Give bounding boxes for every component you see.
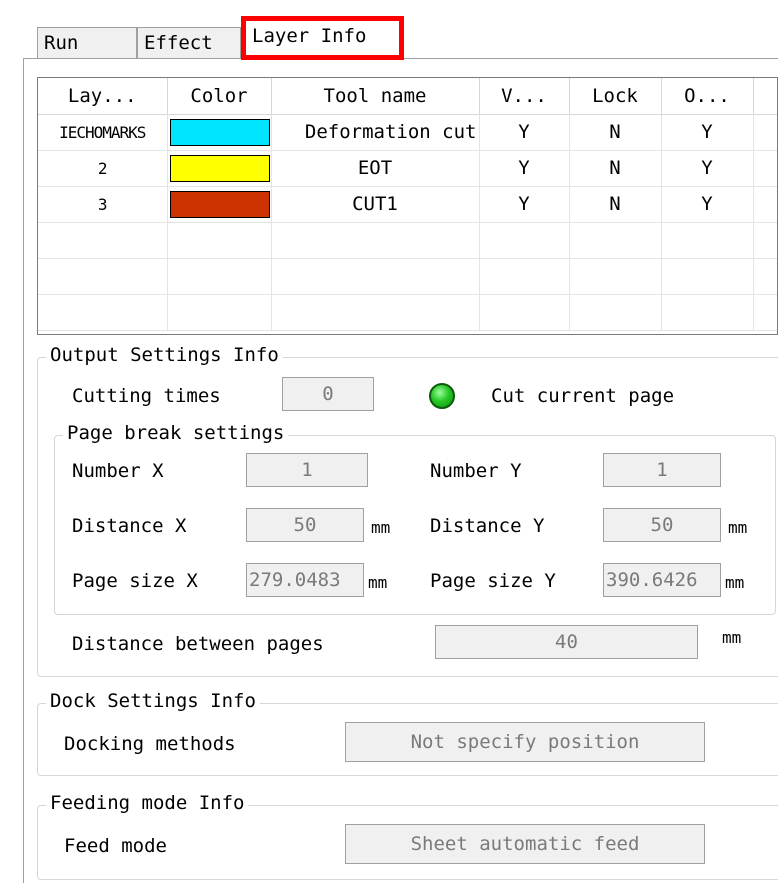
number-x-label: Number X [72, 460, 164, 482]
tab-layer-info[interactable]: Layer Info [241, 16, 404, 60]
layer-info-window: Run Effect Layer Info Lay... Color Tool … [0, 0, 778, 883]
empty-cell [167, 294, 272, 331]
distance-y-label: Distance Y [430, 515, 545, 537]
number-y-field[interactable]: 1 [603, 453, 721, 487]
column-header-layer[interactable]: Lay... [38, 78, 168, 115]
output-settings-title: Output Settings Info [46, 344, 283, 366]
empty-cell [753, 294, 777, 331]
empty-cell [661, 258, 754, 295]
feed-mode-label: Feed mode [64, 835, 167, 857]
cell-lock[interactable]: N [569, 186, 662, 223]
empty-cell [271, 258, 480, 295]
column-header-color[interactable]: Color [167, 78, 272, 115]
cell-output[interactable]: Y [661, 150, 754, 187]
empty-cell [479, 222, 570, 259]
column-header-visible[interactable]: V... [479, 78, 570, 115]
table-row[interactable]: IECHOMARKS Deformation cut Y N Y [38, 114, 777, 151]
cell-layer[interactable]: 2 [38, 150, 168, 187]
table-row-empty [38, 222, 777, 259]
dock-settings-title: Dock Settings Info [46, 690, 260, 712]
page-size-y-unit: mm [725, 573, 745, 592]
table-row-empty [38, 294, 777, 331]
empty-cell [753, 222, 777, 259]
empty-cell [38, 294, 168, 331]
empty-cell [167, 258, 272, 295]
page-size-x-label: Page size X [72, 570, 198, 592]
cell-filler[interactable] [753, 150, 777, 187]
tab-bar: Run Effect Layer Info [0, 0, 778, 60]
cell-output[interactable]: Y [661, 114, 754, 151]
cell-layer[interactable]: IECHOMARKS [38, 114, 168, 151]
empty-cell [38, 258, 168, 295]
column-header-filler [753, 78, 777, 115]
empty-cell [569, 258, 662, 295]
empty-cell [569, 294, 662, 331]
tab-effect[interactable]: Effect [137, 27, 241, 60]
feeding-mode-title: Feeding mode Info [46, 792, 249, 814]
cut-current-page-label: Cut current page [491, 385, 675, 407]
cell-tool-name[interactable]: EOT [271, 150, 480, 187]
empty-cell [661, 294, 754, 331]
cut-current-page-indicator-icon[interactable] [429, 383, 455, 409]
cell-color[interactable] [167, 186, 272, 223]
table-row[interactable]: 3 CUT1 Y N Y [38, 186, 777, 223]
cell-lock[interactable]: N [569, 150, 662, 187]
cell-visible[interactable]: Y [479, 114, 570, 151]
empty-cell [271, 294, 480, 331]
empty-cell [167, 222, 272, 259]
cell-visible[interactable]: Y [479, 186, 570, 223]
distance-y-unit: mm [728, 518, 748, 537]
empty-cell [479, 294, 570, 331]
tab-run[interactable]: Run [37, 27, 137, 60]
cell-layer[interactable]: 3 [38, 186, 168, 223]
cell-lock[interactable]: N [569, 114, 662, 151]
distance-between-pages-label: Distance between pages [72, 633, 324, 655]
page-size-x-field[interactable]: 279.0483 [246, 563, 364, 597]
docking-methods-label: Docking methods [64, 733, 236, 755]
empty-cell [753, 258, 777, 295]
distance-x-label: Distance X [72, 515, 187, 537]
number-y-label: Number Y [430, 460, 522, 482]
page-size-y-label: Page size Y [430, 570, 556, 592]
empty-cell [38, 222, 168, 259]
cell-output[interactable]: Y [661, 186, 754, 223]
color-swatch[interactable] [169, 118, 270, 146]
number-x-field[interactable]: 1 [246, 453, 368, 487]
color-swatch[interactable] [169, 154, 270, 182]
table-row-empty [38, 258, 777, 295]
column-header-output[interactable]: O... [661, 78, 754, 115]
cutting-times-label: Cutting times [72, 385, 221, 407]
distance-between-pages-field[interactable]: 40 [435, 625, 698, 659]
color-swatch[interactable] [169, 190, 270, 218]
table-header-row: Lay... Color Tool name V... Lock O... [38, 78, 777, 115]
cell-color[interactable] [167, 114, 272, 151]
page-size-x-unit: mm [368, 573, 388, 592]
distance-y-field[interactable]: 50 [603, 508, 721, 542]
cutting-times-field[interactable]: 0 [282, 377, 374, 411]
page-size-y-field[interactable]: 390.6426 [603, 563, 721, 597]
feed-mode-field[interactable]: Sheet automatic feed [345, 824, 705, 864]
cell-tool-name[interactable]: Deformation cut [271, 114, 480, 151]
cell-filler[interactable] [753, 114, 777, 151]
empty-cell [569, 222, 662, 259]
empty-cell [479, 258, 570, 295]
distance-x-unit: mm [371, 518, 391, 537]
cell-color[interactable] [167, 150, 272, 187]
cell-filler[interactable] [753, 186, 777, 223]
distance-between-pages-unit: mm [722, 628, 742, 647]
column-header-tool-name[interactable]: Tool name [271, 78, 480, 115]
page-break-settings-title: Page break settings [63, 422, 289, 444]
cell-visible[interactable]: Y [479, 150, 570, 187]
column-header-lock[interactable]: Lock [569, 78, 662, 115]
table-row[interactable]: 2 EOT Y N Y [38, 150, 777, 187]
distance-x-field[interactable]: 50 [246, 508, 364, 542]
layer-table: Lay... Color Tool name V... Lock O... IE… [37, 77, 778, 335]
empty-cell [271, 222, 480, 259]
cell-tool-name[interactable]: CUT1 [271, 186, 480, 223]
empty-cell [661, 222, 754, 259]
docking-methods-field[interactable]: Not specify position [345, 722, 705, 762]
